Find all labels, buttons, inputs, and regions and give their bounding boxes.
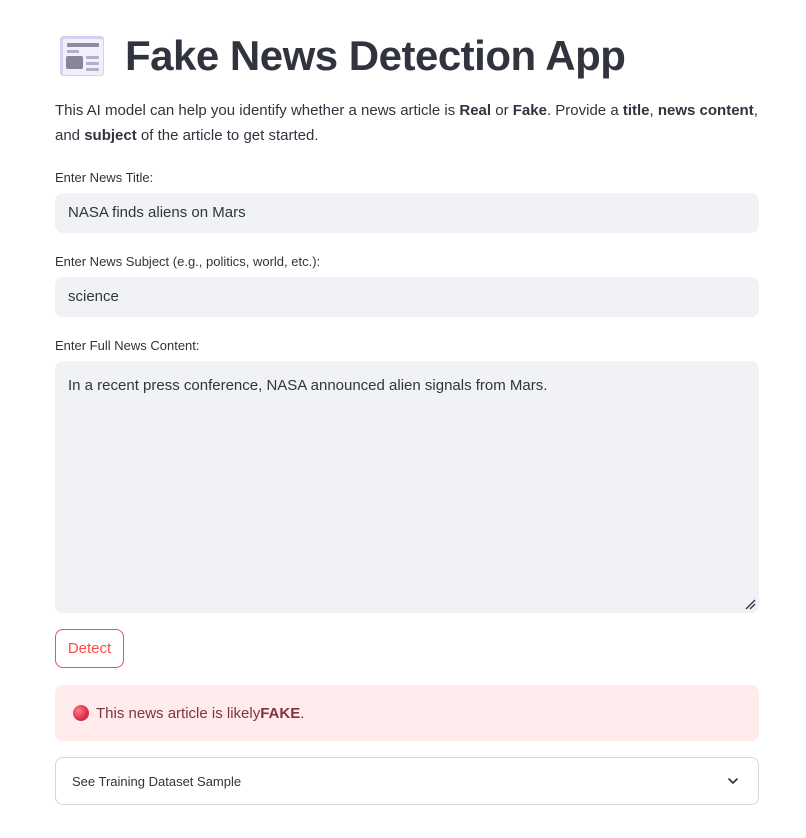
intro-content-word: news content bbox=[657, 102, 754, 119]
intro-fake-word: Fake bbox=[512, 102, 547, 119]
subject-input[interactable]: science bbox=[55, 277, 759, 317]
title-label: Enter News Title: bbox=[55, 170, 154, 185]
chevron-down-icon bbox=[728, 778, 738, 784]
training-sample-expander[interactable]: See Training Dataset Sample bbox=[55, 757, 759, 805]
content-textarea[interactable]: In a recent press conference, NASA annou… bbox=[55, 361, 759, 613]
result-end: . bbox=[300, 704, 305, 722]
intro-segment: , bbox=[649, 102, 658, 119]
intro-segment: or bbox=[491, 102, 513, 119]
detect-button[interactable]: Detect bbox=[55, 629, 124, 668]
intro-title-word: title bbox=[622, 102, 650, 119]
resize-handle-icon[interactable] bbox=[744, 598, 756, 610]
result-text: This news article is likely bbox=[96, 704, 261, 722]
page-title: Fake News Detection App bbox=[125, 32, 626, 79]
intro-segment: of the article to get started. bbox=[136, 127, 319, 144]
expander-label: See Training Dataset Sample bbox=[72, 773, 242, 789]
red-circle-icon bbox=[73, 705, 89, 721]
intro-segment: . Provide a bbox=[546, 102, 623, 119]
content-label: Enter Full News Content: bbox=[55, 338, 200, 353]
newspaper-icon bbox=[60, 36, 104, 76]
result-verdict: FAKE bbox=[260, 704, 301, 722]
intro-text: This AI model can help you identify whet… bbox=[55, 98, 760, 148]
intro-subject-word: subject bbox=[84, 127, 137, 144]
title-input[interactable]: NASA finds aliens on Mars bbox=[55, 193, 759, 233]
intro-segment: This AI model can help you identify whet… bbox=[55, 102, 460, 119]
content-text: In a recent press conference, NASA annou… bbox=[68, 377, 548, 394]
page-header: Fake News Detection App bbox=[55, 30, 626, 82]
app-page: Fake News Detection App This AI model ca… bbox=[0, 0, 806, 838]
intro-real-word: Real bbox=[459, 102, 492, 119]
subject-label: Enter News Subject (e.g., politics, worl… bbox=[55, 254, 321, 269]
result-alert: This news article is likely FAKE. bbox=[55, 685, 759, 741]
